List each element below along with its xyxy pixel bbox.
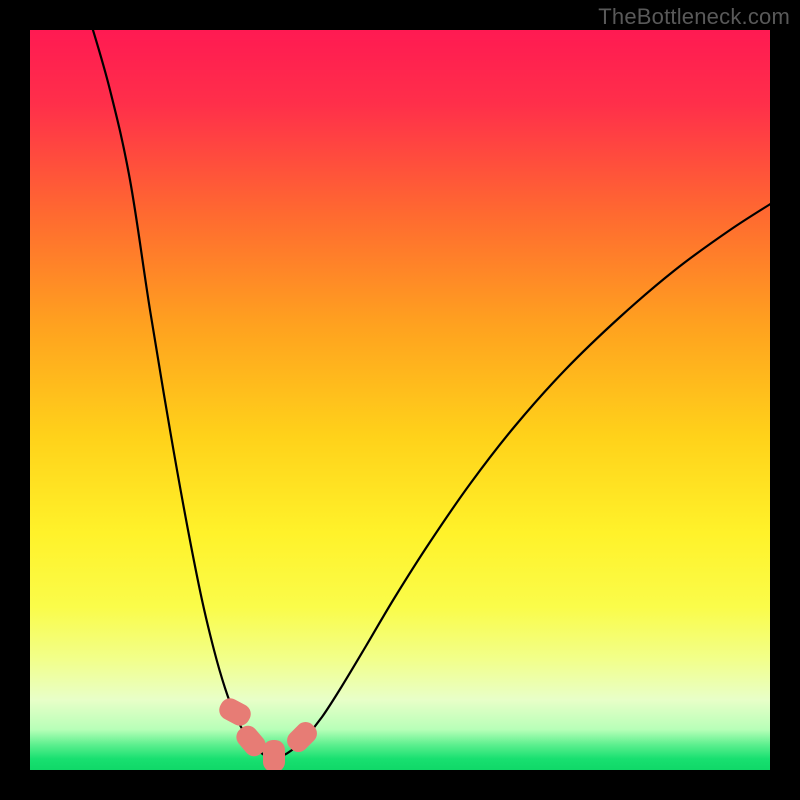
watermark-text: TheBottleneck.com	[598, 4, 790, 30]
bottleneck-chart	[30, 30, 770, 770]
gradient-background	[30, 30, 770, 770]
curve-marker	[263, 740, 285, 770]
chart-frame: TheBottleneck.com	[0, 0, 800, 800]
